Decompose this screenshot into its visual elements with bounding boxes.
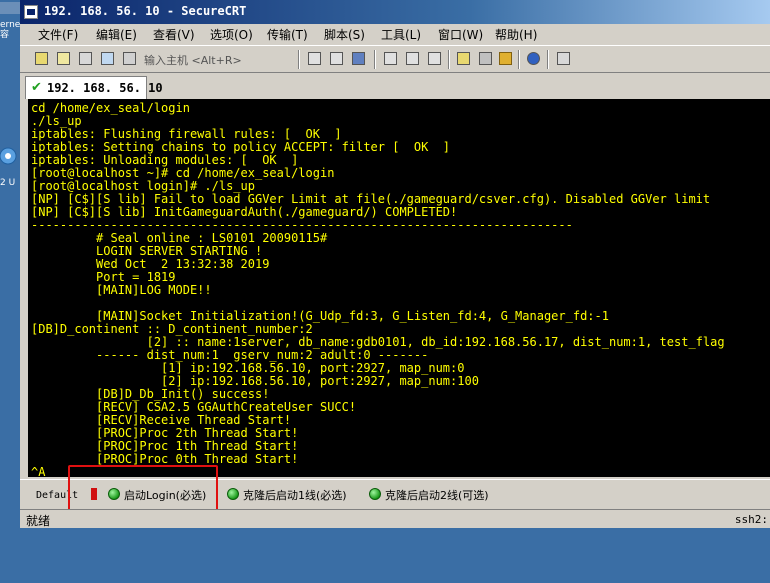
- print-preview-icon[interactable]: [404, 50, 421, 67]
- menu-edit[interactable]: 编辑(E): [96, 26, 137, 43]
- green-dot-icon: [369, 488, 381, 500]
- key-icon[interactable]: [497, 50, 514, 67]
- global-options-icon[interactable]: [477, 50, 494, 67]
- host-input-placeholder[interactable]: 输入主机 <Alt+R>: [144, 52, 242, 68]
- quick-connect-icon[interactable]: [55, 50, 72, 67]
- toolbar-separator: [298, 50, 300, 69]
- desktop-icon-label: erne 容: [0, 20, 20, 40]
- desktop-icon-image[interactable]: [0, 2, 20, 14]
- session-tab[interactable]: ✔ 192. 168. 56. 10: [25, 76, 163, 99]
- toolbar: 输入主机 <Alt+R>: [20, 45, 770, 73]
- menu-script[interactable]: 脚本(S): [324, 26, 365, 43]
- green-dot-icon: [227, 488, 239, 500]
- desktop-left-strip: erne 容 2 U: [0, 0, 22, 583]
- clone-start-line1-label: 克隆后启动1线(必选): [243, 489, 347, 502]
- toolbar-separator: [448, 50, 450, 69]
- terminal-output[interactable]: cd /home/ex_seal/login ./ls_up iptables: F…: [28, 99, 770, 477]
- menu-bar: 文件(F) 编辑(E) 查看(V) 选项(O) 传输(T) 脚本(S) 工具(L…: [20, 24, 770, 44]
- menu-tools[interactable]: 工具(L): [381, 26, 421, 43]
- toolbar-separator: [518, 50, 520, 69]
- session-tab-label: 192. 168. 56. 10: [47, 81, 163, 95]
- menu-options[interactable]: 选项(O): [210, 26, 253, 43]
- desktop-gear-icon[interactable]: [0, 142, 20, 176]
- app-icon: [24, 5, 38, 19]
- print-setup-icon[interactable]: [426, 50, 443, 67]
- print-icon[interactable]: [382, 50, 399, 67]
- copy-icon[interactable]: [306, 50, 323, 67]
- clone-start-line2-button[interactable]: 克隆后启动2线(可选): [369, 485, 504, 505]
- desktop-icon-label-2: 2 U: [0, 178, 16, 188]
- title-bar[interactable]: 192. 168. 56. 10 - SecureCRT: [20, 0, 770, 24]
- toolbar-separator: [547, 50, 549, 69]
- toolbar-separator: [374, 50, 376, 69]
- menu-help[interactable]: 帮助(H): [495, 26, 537, 43]
- window-title: 192. 168. 56. 10 - SecureCRT: [44, 4, 247, 18]
- session-tab-row: ✔ 192. 168. 56. 10: [20, 73, 770, 99]
- menu-file[interactable]: 文件(F): [38, 26, 78, 43]
- menu-view[interactable]: 查看(V): [153, 26, 195, 43]
- connected-check-icon: ✔: [31, 80, 42, 95]
- terminal-line: ^A: [31, 465, 46, 478]
- terminal-line: [MAIN]LOG MODE!!: [31, 283, 212, 297]
- connect-icon[interactable]: [33, 50, 50, 67]
- script-icon[interactable]: [555, 50, 572, 67]
- status-protocol: ssh2:: [734, 513, 768, 526]
- securecrt-window: 192. 168. 56. 10 - SecureCRT 文件(F) 编辑(E)…: [20, 0, 770, 528]
- desktop-background: [0, 528, 770, 583]
- connect-tab-icon[interactable]: [77, 50, 94, 67]
- clone-start-line2-label: 克隆后启动2线(可选): [385, 489, 489, 502]
- reconnect-icon[interactable]: [99, 50, 116, 67]
- status-bar: 就绪 ssh2:: [20, 509, 770, 528]
- session-options-icon[interactable]: [455, 50, 472, 67]
- menu-window[interactable]: 窗口(W): [438, 26, 483, 43]
- clone-start-line1-button[interactable]: 克隆后启动1线(必选): [227, 485, 362, 505]
- help-icon[interactable]: [525, 50, 542, 67]
- menu-transfer[interactable]: 传输(T): [267, 26, 308, 43]
- status-text: 就绪: [26, 514, 51, 528]
- disconnect-icon[interactable]: [121, 50, 138, 67]
- paste-icon[interactable]: [328, 50, 345, 67]
- find-icon[interactable]: [350, 50, 367, 67]
